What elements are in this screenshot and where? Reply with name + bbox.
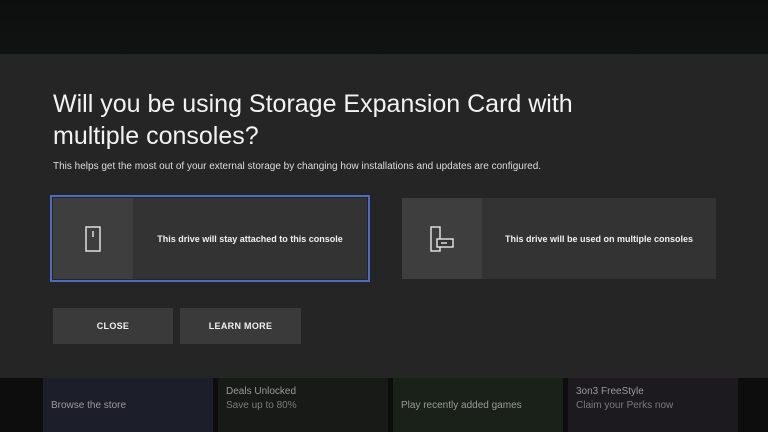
close-button[interactable]: CLOSE bbox=[53, 308, 173, 344]
background-tiles: Browse the store Deals Unlocked Save up … bbox=[0, 378, 768, 432]
storage-dialog: Will you be using Storage Expansion Card… bbox=[0, 54, 768, 378]
option-label: This drive will stay attached to this co… bbox=[157, 233, 343, 244]
tile-label: Play recently added games bbox=[401, 400, 522, 411]
tile-sublabel: Save up to 80% bbox=[226, 400, 297, 411]
option-stay-attached[interactable]: This drive will stay attached to this co… bbox=[50, 195, 370, 282]
tile-label: 3on3 FreeStyle bbox=[576, 386, 644, 397]
multiple-consoles-icon bbox=[430, 225, 454, 252]
tile-label: Browse the store bbox=[51, 400, 127, 411]
tile-recently-added[interactable]: Play recently added games bbox=[393, 378, 563, 432]
tile-sublabel: Claim your Perks now bbox=[576, 400, 674, 411]
dialog-subtitle: This helps get the most out of your exte… bbox=[53, 161, 542, 172]
tile-freestyle[interactable]: 3on3 FreeStyle Claim your Perks now bbox=[568, 378, 738, 432]
dialog-title: Will you be using Storage Expansion Card… bbox=[53, 90, 573, 150]
option-label: This drive will be used on multiple cons… bbox=[504, 233, 694, 244]
tile-label: Deals Unlocked bbox=[226, 386, 297, 397]
option-multiple-consoles[interactable]: This drive will be used on multiple cons… bbox=[402, 198, 716, 279]
background-header bbox=[0, 0, 768, 54]
console-icon bbox=[85, 225, 101, 252]
tile-browse-store[interactable]: Browse the store bbox=[43, 378, 213, 432]
option-icon-box bbox=[402, 198, 482, 279]
learn-more-button[interactable]: LEARN MORE bbox=[180, 308, 301, 344]
option-icon-box bbox=[53, 198, 133, 279]
tile-deals[interactable]: Deals Unlocked Save up to 80% bbox=[218, 378, 388, 432]
